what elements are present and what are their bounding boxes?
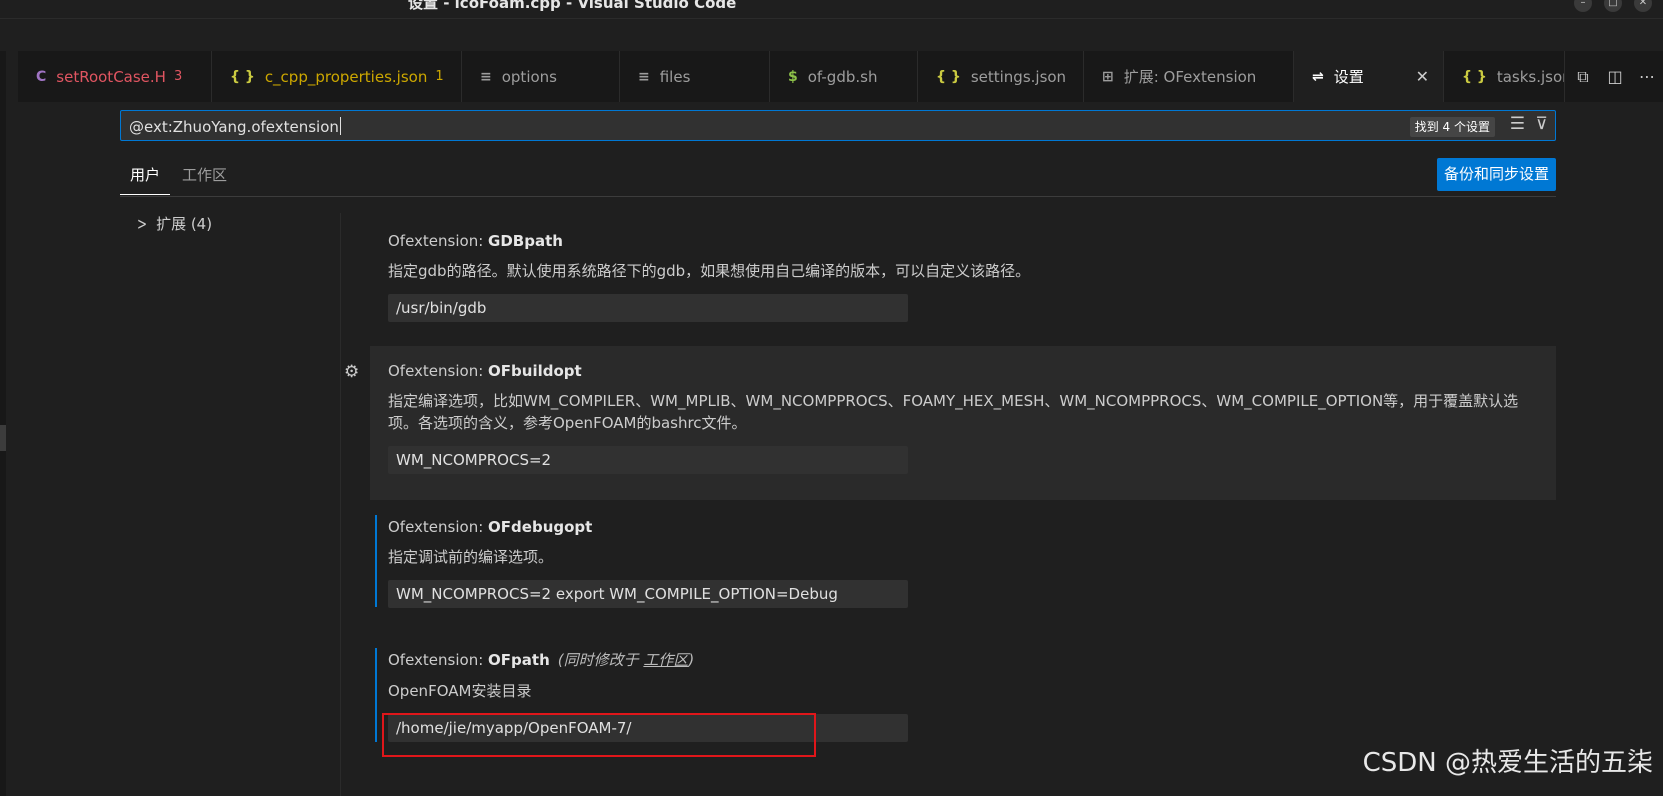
c-file-icon: C (36, 68, 47, 85)
more-actions-icon[interactable]: ⋯ (1637, 67, 1657, 86)
ofdebugopt-input[interactable]: WM_NCOMPROCS=2 export WM_COMPILE_OPTION=… (388, 580, 908, 608)
setting-title: Ofextension: OFbuildopt (388, 362, 582, 380)
setting-description: 指定gdb的路径。默认使用系统路径下的gdb，如果想使用自己编译的版本，可以自定… (388, 262, 1031, 280)
also-modified-note: (同时修改于 工作区) (557, 651, 695, 669)
vscode-window: 设置 - icoFoam.cpp - Visual Studio Code – … (0, 0, 1663, 796)
settings-search-input[interactable]: @ext:ZhuoYang.ofextension 找到 4 个设置 ☰ ⊽ (120, 110, 1556, 141)
extensions-icon: ⊞ (1102, 68, 1114, 85)
tab-label: setRootCase.H (56, 67, 166, 86)
maximize-icon[interactable]: □ (1604, 0, 1622, 12)
result-count-badge: 找到 4 个设置 (1409, 117, 1495, 137)
scroll-mark (0, 425, 6, 451)
tab-label: settings.json (970, 67, 1067, 86)
tab-user[interactable]: 用户 (120, 164, 171, 195)
tab-label: of-gdb.sh (807, 67, 878, 86)
setting-title: Ofextension: OFpath (同时修改于 工作区) (388, 651, 695, 669)
problem-count-badge: 3 (173, 69, 183, 84)
toc-item-label: 扩展 (4) (156, 215, 213, 233)
ofbuildopt-input[interactable]: WM_NCOMPROCS=2 (388, 446, 908, 474)
tab-files[interactable]: ≡ files (620, 51, 770, 102)
tab-label: tasks.json (1496, 67, 1565, 86)
text-cursor (339, 117, 341, 135)
close-tab-icon[interactable]: ✕ (1416, 67, 1429, 86)
toc-item-extensions[interactable]: > 扩展 (4) (120, 213, 340, 234)
workspace-link[interactable]: 工作区 (643, 651, 688, 669)
text-file-icon: ≡ (480, 68, 492, 85)
setting-gdbpath: Ofextension: GDBpath 指定gdb的路径。默认使用系统路径下的… (370, 223, 1556, 333)
filter-icon[interactable]: ⊽ (1536, 114, 1548, 134)
shell-file-icon: $ (788, 68, 798, 85)
window-title: 设置 - icoFoam.cpp - Visual Studio Code (408, 0, 737, 12)
gear-icon[interactable]: ⚙ (344, 362, 359, 382)
tab-label: options (501, 67, 557, 86)
tab-settings-json[interactable]: { } settings.json (918, 51, 1084, 102)
tab-tasks-json[interactable]: { } tasks.json (1444, 51, 1565, 102)
activity-edge (0, 51, 6, 796)
setting-description: 指定编译选项，比如WM_COMPILER、WM_MPLIB、WM_NCOMPPR… (388, 392, 1519, 432)
split-editor-icon[interactable]: ◫ (1605, 67, 1625, 86)
json-file-icon: { } (936, 68, 961, 85)
minimize-icon[interactable]: – (1574, 0, 1592, 12)
gdbpath-input[interactable]: /usr/bin/gdb (388, 294, 908, 322)
open-settings-json-icon[interactable]: ⧉ (1573, 67, 1593, 87)
settings-editor-icon: ⇌ (1312, 68, 1324, 85)
clear-filter-icon[interactable]: ☰ (1510, 114, 1525, 134)
text-file-icon: ≡ (638, 68, 650, 85)
csdn-watermark: CSDN @热爱生活的五柒 (1362, 748, 1653, 778)
tab-label: files (659, 67, 691, 86)
title-bar: 设置 - icoFoam.cpp - Visual Studio Code – … (0, 0, 1663, 19)
tab-setrootcase[interactable]: C setRootCase.H 3 (18, 51, 212, 102)
tab-options[interactable]: ≡ options (462, 51, 620, 102)
settings-toc: > 扩展 (4) (120, 213, 340, 234)
tab-settings[interactable]: ⇌ 设置 ✕ (1294, 51, 1444, 102)
search-query: @ext:ZhuoYang.ofextension (129, 117, 341, 136)
editor-actions: ⧉ ◫ ⋯ (1565, 51, 1663, 102)
setting-title: Ofextension: OFdebugopt (388, 518, 593, 536)
tab-workspace[interactable]: 工作区 (172, 164, 237, 195)
problem-count-badge: 1 (435, 69, 444, 84)
setting-description: 指定调试前的编译选项。 (388, 548, 554, 566)
tab-label: 扩展: OFextension (1123, 68, 1257, 86)
close-window-icon[interactable]: ✕ (1634, 0, 1652, 12)
tab-label: c_cpp_properties.json (264, 67, 428, 86)
setting-title: Ofextension: GDBpath (388, 232, 563, 250)
chevron-right-icon: > (137, 213, 148, 234)
red-highlight-box (382, 713, 816, 757)
tab-of-gdb-sh[interactable]: $ of-gdb.sh (770, 51, 918, 102)
settings-scope-bar: 用户 工作区 备份和同步设置 (120, 158, 1556, 197)
setting-description: OpenFOAM安装目录 (388, 682, 532, 700)
json-file-icon: { } (1462, 68, 1487, 85)
tab-extension-ofextension[interactable]: ⊞ 扩展: OFextension (1084, 51, 1294, 102)
setting-ofdebugopt: Ofextension: OFdebugopt 指定调试前的编译选项。 WM_N… (370, 507, 1556, 615)
json-file-icon: { } (230, 68, 255, 85)
tab-label: 设置 (1333, 68, 1364, 86)
toc-divider (340, 213, 341, 796)
backup-sync-button[interactable]: 备份和同步设置 (1436, 158, 1556, 191)
tab-c-cpp-properties[interactable]: { } c_cpp_properties.json 1 (212, 51, 462, 102)
setting-ofbuildopt: ⚙ Ofextension: OFbuildopt 指定编译选项，比如WM_CO… (344, 346, 1556, 500)
